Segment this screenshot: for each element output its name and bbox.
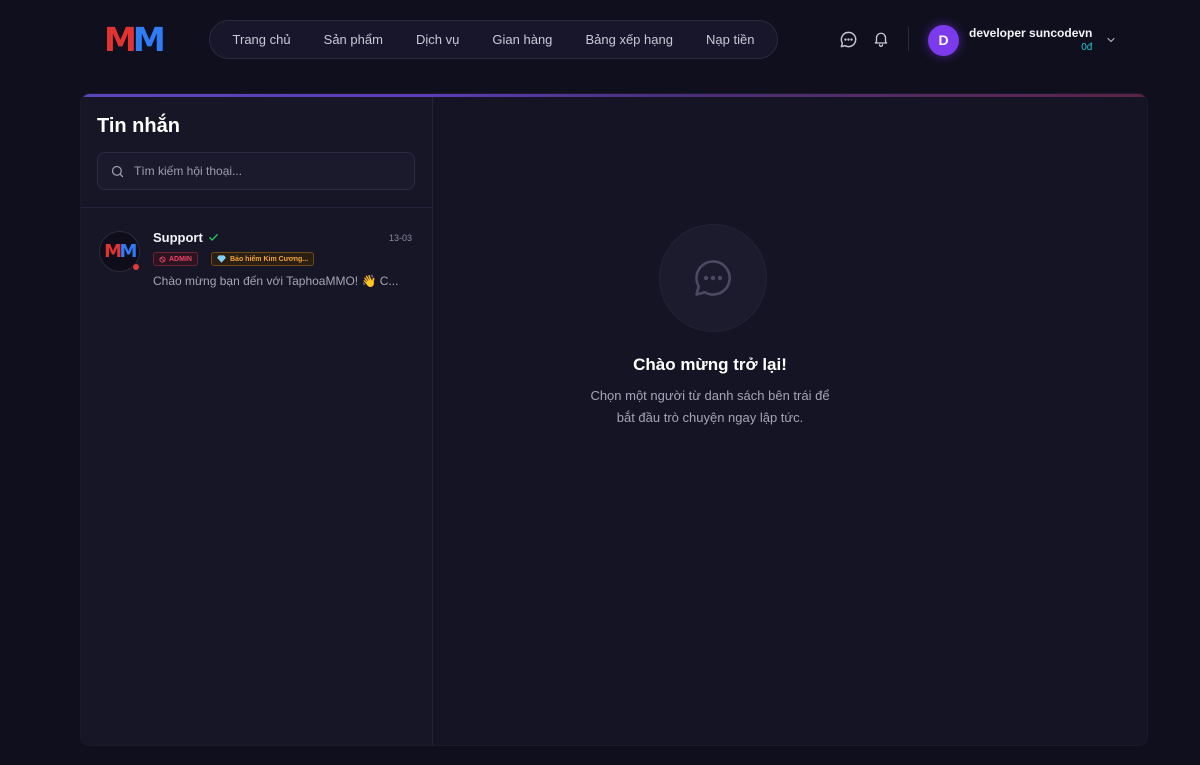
user-menu[interactable]: D developer suncodevn 0đ (928, 24, 1118, 56)
ban-icon (159, 255, 166, 263)
verified-check-icon (208, 230, 220, 244)
page-title: Tin nhắn (97, 115, 180, 137)
search-icon (110, 164, 125, 179)
nav-item-services[interactable]: Dịch vụ (416, 32, 459, 47)
site-logo[interactable]: MM (104, 20, 166, 59)
search-box[interactable] (97, 152, 415, 190)
admin-badge: ADMIN (153, 252, 198, 266)
conversation-time: 13-03 (388, 233, 412, 243)
chevron-down-icon[interactable] (1104, 33, 1118, 47)
chat-icon[interactable] (838, 29, 858, 49)
diamond-icon (217, 255, 226, 263)
insurance-badge: Bảo hiểm Kim Cương... (211, 252, 315, 266)
empty-state-subtitle: Chọn một người từ danh sách bên trái để … (352, 385, 1068, 429)
user-balance: 0đ (1081, 42, 1093, 53)
user-name: developer suncodevn (969, 26, 1093, 40)
admin-badge-label: ADMIN (169, 255, 192, 263)
nav-item-topup[interactable]: Nạp tiền (706, 32, 754, 47)
conversation-preview: Chào mừng bạn đến với TaphoaMMO! 👋 C... (153, 274, 399, 288)
header-divider (908, 27, 909, 51)
logo-letter-blue: M (132, 20, 166, 59)
chat-bubble-icon (691, 256, 735, 300)
empty-chat-illustration (659, 224, 767, 332)
avatar: D (928, 24, 959, 56)
insurance-badge-label: Bảo hiểm Kim Cương... (230, 255, 309, 263)
nav-item-home[interactable]: Trang chủ (233, 32, 291, 47)
bell-icon[interactable] (871, 28, 891, 48)
status-dot (132, 263, 140, 271)
empty-state-subtitle-line2: bắt đầu trò chuyện ngay lập tức. (616, 410, 804, 425)
nav-item-leaderboard[interactable]: Bảng xếp hạng (585, 32, 672, 47)
search-input[interactable] (134, 164, 414, 178)
nav-item-products[interactable]: Sản phẩm (324, 32, 383, 47)
avatar-letter-blue: M (119, 241, 138, 262)
conversation-item-support[interactable]: MM Support 13-03 ADMIN Bảo hiểm Kim Cươn… (81, 208, 432, 288)
logo-letter-red: M (104, 20, 137, 59)
empty-state-title: Chào mừng trở lại! (633, 355, 787, 374)
conversation-name: Support (153, 230, 203, 245)
avatar-letter-red: M (104, 241, 122, 262)
main-nav: Trang chủ Sản phẩm Dịch vụ Gian hàng Bản… (209, 20, 778, 59)
nav-item-shops[interactable]: Gian hàng (492, 32, 552, 47)
empty-state-subtitle-line1: Chọn một người từ danh sách bên trái để (590, 388, 830, 403)
